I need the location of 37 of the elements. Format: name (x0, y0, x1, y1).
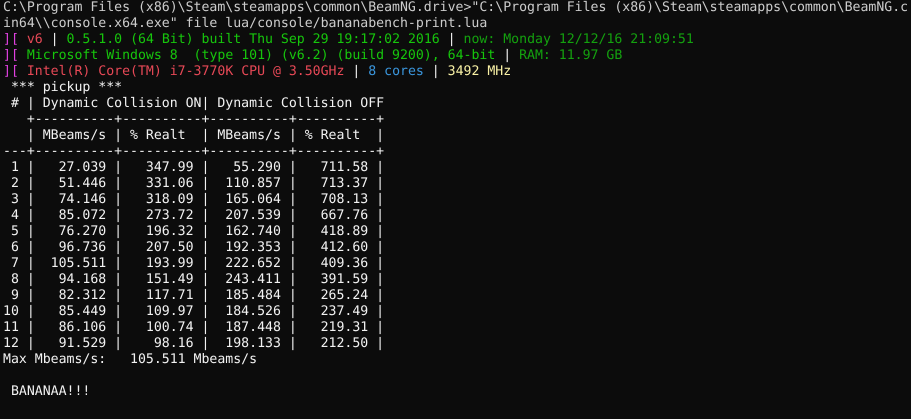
console-text: 9 | 82.312 | 117.71 | 185.484 | 265.24 | (10, 288, 384, 303)
console-text: 4 | 85.072 | 273.72 | 207.539 | 667.76 | (10, 208, 384, 223)
console-text: | (430, 64, 441, 79)
console-text: 3492 MHz (448, 64, 512, 79)
console-text: | (502, 48, 512, 63)
console-text: | (446, 32, 457, 47)
console-text: +----------+----------+----------+----------+ (26, 112, 384, 127)
console-text: ][ (3, 64, 19, 79)
console-text: Microsoft Windows 8 (type 101) (v6.2) (build 9200), 64-bit (26, 48, 496, 63)
console-text: Max Mbeams/s: 105.511 Mbeams/s (3, 352, 258, 367)
console-text: 3 | 74.146 | 318.09 | 165.064 | 708.13 | (10, 192, 384, 207)
console-text: 5 | 76.270 | 196.32 | 162.740 | 418.89 | (10, 224, 384, 239)
console-text: in64\\console.x64.exe" file lua/console/bananabench-print.lua (3, 16, 488, 31)
console-text: | (50, 32, 60, 47)
console-text: Intel(R) Core(TM) i7-3770K CPU @ 3.50GHz (26, 64, 344, 79)
console-text: v6 (26, 32, 43, 47)
console-text: 2 | 51.446 | 331.06 | 110.857 | 713.37 | (10, 176, 384, 191)
console-text: | (351, 64, 362, 79)
console-text: now: Monday 12/12/16 21:09:51 (464, 32, 694, 47)
console-text: 11 | 86.106 | 100.74 | 187.448 | 219.31 | (3, 320, 384, 335)
console-text: ---+----------+----------+----------+----------+ (3, 144, 384, 159)
console-text: *** pickup *** (10, 80, 122, 95)
console-text: 0.5.1.0 (64 Bit) built Thu Sep 29 19:17:02 2016 (66, 32, 440, 47)
console-text: | MBeams/s | % Realt | MBeams/s | % Realt | (26, 128, 384, 143)
console-text: ][ (3, 32, 19, 47)
console-text: 12 | 91.529 | 98.16 | 198.133 | 212.50 | (3, 336, 384, 351)
console-text: ][ (3, 48, 19, 63)
console-text: 6 | 96.736 | 207.50 | 192.353 | 412.60 | (10, 240, 384, 255)
console-text: 8 | 94.168 | 151.49 | 243.411 | 391.59 | (10, 272, 384, 287)
console-text: RAM: 11.97 GB (519, 48, 622, 63)
console-text: 10 | 85.449 | 109.97 | 184.526 | 237.49 | (3, 304, 384, 319)
console-text: 7 | 105.511 | 193.99 | 222.652 | 409.36 | (10, 256, 384, 271)
console-text: C:\Program Files (x86)\Steam\steamapps\common\BeamNG.drive>"C:\Program Files (x86)\Steam\steamapps\common\BeamNG.c (3, 0, 908, 15)
console-text: # | Dynamic Collision ON| Dynamic Collision OFF (10, 96, 384, 111)
console-text: 8 cores (368, 64, 424, 79)
console-text: 1 | 27.039 | 347.99 | 55.290 | 711.58 | (10, 160, 384, 175)
console-text: BANANAA!!! (10, 384, 90, 399)
